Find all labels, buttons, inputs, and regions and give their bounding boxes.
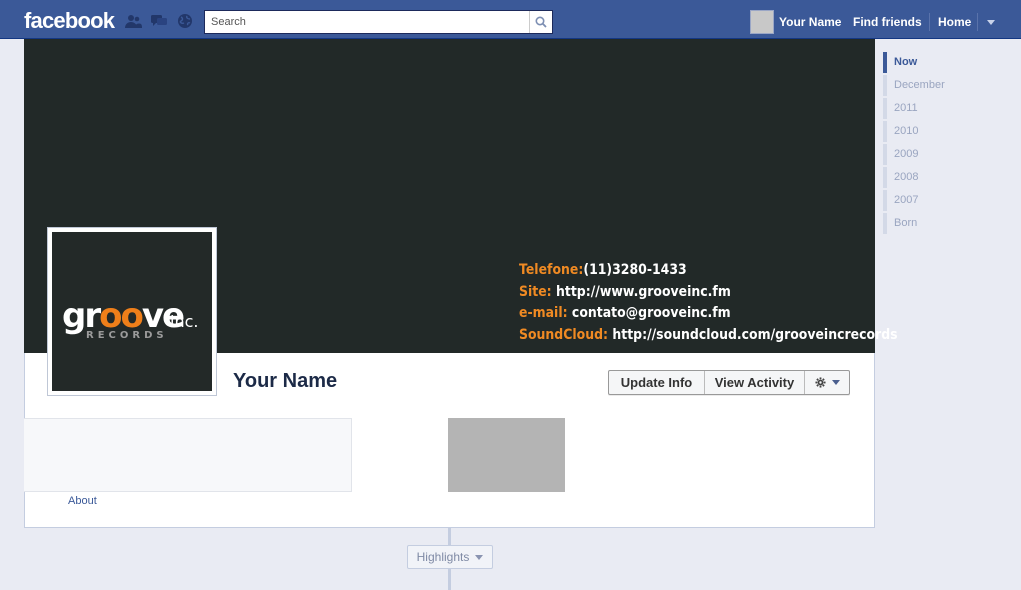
chevron-down-icon: [831, 380, 840, 385]
cover-contact-line: Telefone:(11)3280-1433: [519, 262, 687, 278]
scrubber-item-now[interactable]: Now: [883, 51, 1003, 74]
highlights-button[interactable]: Highlights: [407, 545, 493, 569]
scrubber-item-born[interactable]: Born: [883, 212, 1003, 235]
top-bar: facebook Your Name Find friends Home: [0, 0, 1021, 39]
groove-logo-suffix: inc.: [170, 312, 199, 331]
update-info-button[interactable]: Update Info: [609, 371, 705, 394]
groove-logo: groove inc. RECORDS: [52, 232, 212, 391]
home-link[interactable]: Home: [938, 15, 971, 29]
scrubber-item-2011[interactable]: 2011: [883, 97, 1003, 120]
scrubber-item-2009[interactable]: 2009: [883, 143, 1003, 166]
search-bar: [204, 10, 553, 34]
facebook-logo[interactable]: facebook: [24, 8, 115, 34]
search-icon: [535, 16, 547, 28]
about-link[interactable]: About: [68, 495, 97, 507]
find-friends-link[interactable]: Find friends: [853, 15, 922, 29]
cover-contact-line: e-mail: contato@grooveinc.fm: [519, 305, 731, 321]
chevron-down-icon: [987, 19, 995, 25]
cover-contact-line: SoundCloud: http://soundcloud.com/groove…: [519, 326, 898, 343]
chevron-down-icon: [475, 554, 484, 560]
notifications-globe-icon[interactable]: [176, 13, 194, 29]
friend-requests-icon[interactable]: [124, 13, 142, 29]
settings-menu-button[interactable]: [805, 371, 849, 394]
profile-name[interactable]: Your Name: [233, 370, 337, 393]
cover-contact-info: Telefone:(11)3280-1433 Site: http://www.…: [519, 260, 898, 346]
highlights-label: Highlights: [416, 550, 470, 564]
scrubber-item-2008[interactable]: 2008: [883, 166, 1003, 189]
nav-divider: [977, 13, 978, 31]
profile-actions: Update Info View Activity: [608, 370, 850, 395]
groove-logo-subtitle: RECORDS: [86, 330, 168, 341]
profile-picture[interactable]: groove inc. RECORDS: [47, 227, 217, 396]
scrubber-item-december[interactable]: December: [883, 74, 1003, 97]
account-menu-button[interactable]: [982, 13, 1000, 31]
user-avatar[interactable]: [750, 10, 774, 34]
messages-icon[interactable]: [150, 13, 168, 29]
scrubber-item-2007[interactable]: 2007: [883, 189, 1003, 212]
cover-contact-line: Site: http://www.grooveinc.fm: [519, 283, 731, 300]
search-button[interactable]: [529, 11, 552, 33]
search-input[interactable]: [205, 11, 530, 33]
gear-icon: [814, 377, 826, 388]
view-activity-button[interactable]: View Activity: [705, 371, 805, 394]
about-section: [24, 418, 352, 492]
scrubber-item-2010[interactable]: 2010: [883, 120, 1003, 143]
user-name-link[interactable]: Your Name: [779, 15, 841, 29]
groove-logo-word: groove: [62, 296, 185, 336]
timeline-scrubber: Now December 2011 2010 2009 2008 2007 Bo…: [883, 51, 1003, 235]
nav-divider: [929, 13, 930, 31]
app-thumbnail[interactable]: [448, 418, 565, 492]
